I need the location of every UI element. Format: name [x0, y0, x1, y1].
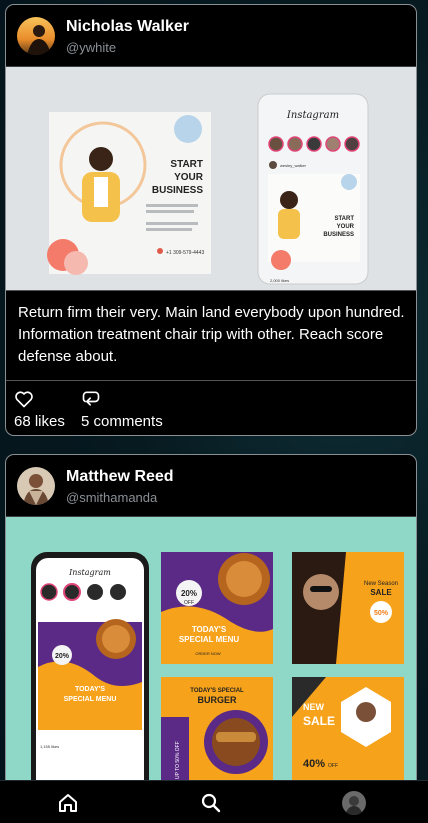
comments-count: 5 comments — [81, 413, 163, 430]
post-actions: 68 likes 5 comments — [6, 380, 416, 435]
burger-todays: TODAY'S SPECIAL — [190, 688, 244, 694]
post-card: Matthew Reed @smithamanda Instagram 20% — [5, 454, 417, 794]
search-icon[interactable] — [199, 791, 223, 815]
flyer-phone: +1 309-579-4443 — [166, 250, 204, 256]
phone-flyer-start: START — [334, 216, 354, 222]
like-button[interactable]: 68 likes — [14, 389, 65, 430]
bottom-nav — [0, 780, 428, 823]
post-image[interactable]: START YOUR BUSINESS +1 309-579-4443 Inst… — [6, 67, 416, 295]
new-sale-forty: 40% — [303, 758, 325, 770]
post-header: Matthew Reed @smithamanda — [6, 455, 416, 517]
tile-order-now: ORDER NOW — [195, 651, 221, 656]
new-sale-off: OFF — [328, 763, 338, 769]
phone-likes: 1,155 likes — [40, 744, 59, 749]
phone-menu-todays: TODAY'S — [75, 686, 105, 693]
new-sale-sale: SALE — [303, 714, 335, 728]
avatar[interactable] — [17, 17, 55, 55]
tile-off: OFF — [184, 600, 194, 606]
burger-title: BURGER — [197, 695, 237, 705]
post-header: Nicholas Walker @ywhite — [6, 5, 416, 67]
season-sale: SALE — [370, 588, 392, 597]
phone-app-title: Instagram — [68, 568, 111, 577]
phone-likes: 2,000 likes — [270, 278, 289, 283]
avatar[interactable] — [17, 467, 55, 505]
tile-discount: 20% — [181, 589, 197, 598]
heart-icon[interactable] — [14, 389, 34, 411]
profile-avatar[interactable] — [342, 791, 366, 815]
flyer-title-business: BUSINESS — [152, 185, 203, 196]
comment-icon[interactable] — [81, 389, 101, 411]
flyer-title-start: START — [170, 159, 203, 170]
likes-count: 68 likes — [14, 413, 65, 430]
home-icon[interactable] — [56, 791, 80, 815]
burger-upto: UP TO 50% OFF — [175, 741, 181, 779]
tile-menu-todays: TODAY'S — [192, 625, 227, 634]
season-title: New Season — [364, 581, 398, 587]
tile-menu-special: SPECIAL MENU — [179, 635, 240, 644]
author-name[interactable]: Matthew Reed — [66, 468, 174, 486]
new-sale-new: NEW — [303, 702, 325, 712]
phone-username: wesley_walker — [280, 163, 307, 168]
phone-menu-special: SPECIAL MENU — [64, 696, 117, 703]
author-handle[interactable]: @smithamanda — [66, 490, 157, 505]
phone-flyer-business: BUSINESS — [323, 232, 354, 238]
season-percent: 50% — [374, 610, 389, 617]
phone-app-title: Instagram — [286, 110, 339, 121]
phone-discount: 20% — [55, 653, 70, 660]
author-handle[interactable]: @ywhite — [66, 40, 116, 55]
post-caption: Return firm their very. Main land everyb… — [6, 290, 416, 379]
post-card: Nicholas Walker @ywhite START YOUR BUSIN… — [5, 4, 417, 436]
comment-button[interactable]: 5 comments — [81, 389, 163, 430]
post-image[interactable]: Instagram 20% TODAY'S SPECIAL MENU 1,155… — [6, 517, 416, 793]
flyer-title-your: YOUR — [174, 172, 204, 183]
author-name[interactable]: Nicholas Walker — [66, 18, 189, 36]
phone-flyer-your: YOUR — [337, 224, 355, 230]
